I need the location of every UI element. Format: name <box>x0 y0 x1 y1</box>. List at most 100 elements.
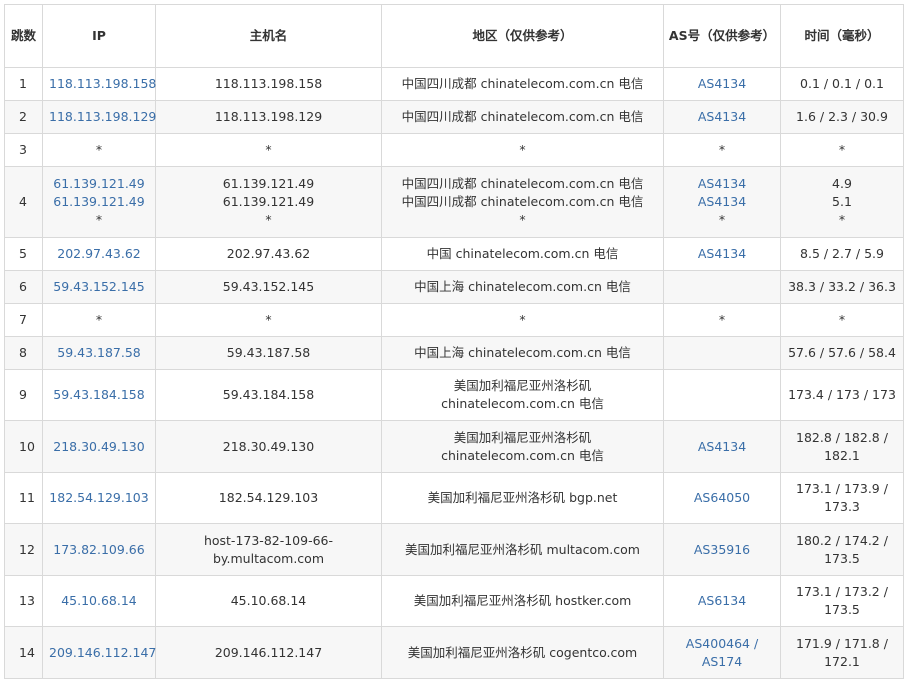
ip-link[interactable]: 59.43.152.145 <box>49 278 149 296</box>
region-text: * <box>519 312 526 327</box>
time-text: 4.9 <box>832 176 852 191</box>
ip-text: * <box>95 212 103 227</box>
asn-link[interactable]: AS6134 <box>670 592 774 610</box>
ip-link[interactable]: 209.146.112.147 <box>49 644 156 662</box>
region-text: 美国加利福尼亚州洛杉矶 <box>453 429 592 445</box>
region-cell: 美国加利福尼亚州洛杉矶 hostker.com <box>381 575 664 627</box>
ip-link[interactable]: 118.113.198.158 <box>49 75 156 93</box>
host-text: * <box>265 142 272 157</box>
ip-link[interactable]: 59.43.184.158 <box>49 386 149 404</box>
time-cell: * <box>780 303 904 337</box>
hop-cell: 8 <box>4 336 43 370</box>
region-text: 美国加利福尼亚州洛杉矶 multacom.com <box>405 541 640 557</box>
ip-link[interactable]: 182.54.129.103 <box>49 489 149 507</box>
host-cell: 118.113.198.158 <box>155 67 382 101</box>
host-text: 218.30.49.130 <box>222 438 315 454</box>
ip-cell: 202.97.43.62 <box>42 237 156 271</box>
region-text: chinatelecom.com.cn 电信 <box>441 396 604 411</box>
region-text: 中国上海 chinatelecom.com.cn 电信 <box>414 345 631 360</box>
time-cell: 173.1 / 173.2 / 173.5 <box>780 575 904 627</box>
asn-link[interactable]: AS4134 <box>670 75 774 93</box>
asn-link[interactable]: AS4134 <box>670 245 774 263</box>
asn-link[interactable]: AS4134 <box>670 108 774 126</box>
host-cell: 118.113.198.129 <box>155 100 382 134</box>
region-text: * <box>519 212 526 227</box>
header-region: 地区（仅供参考） <box>381 4 664 68</box>
hop-cell: 11 <box>4 472 43 524</box>
asn-link[interactable]: AS4134 <box>670 175 774 193</box>
region-text: 中国四川成都 chinatelecom.com.cn 电信 <box>401 176 644 191</box>
table-row: 3 * * * * * <box>4 133 904 167</box>
header-hop: 跳数 <box>4 4 43 68</box>
region-text: 中国 chinatelecom.com.cn 电信 <box>426 246 619 261</box>
ip-link[interactable]: 202.97.43.62 <box>49 245 149 263</box>
region-text: 美国加利福尼亚州洛杉矶 hostker.com <box>413 593 632 608</box>
asn-cell: AS4134 <box>663 237 781 271</box>
ip-link[interactable]: 218.30.49.130 <box>49 438 149 456</box>
ip-cell: 59.43.184.158 <box>42 369 156 421</box>
asn-link[interactable]: AS4134 <box>670 193 774 211</box>
time-text: 172.1 <box>824 653 860 669</box>
ip-cell: 218.30.49.130 <box>42 420 156 473</box>
ip-text: * <box>95 142 103 157</box>
ip-link[interactable]: 45.10.68.14 <box>49 592 149 610</box>
ip-cell: * <box>42 133 156 167</box>
asn-link[interactable]: AS400464 / <box>670 635 774 653</box>
ip-cell: 45.10.68.14 <box>42 575 156 627</box>
asn-cell: AS4134 <box>663 420 781 473</box>
asn-link[interactable]: AS35916 <box>670 541 774 559</box>
ip-cell: 118.113.198.129 <box>42 100 156 134</box>
host-cell: 61.139.121.49 61.139.121.49 * <box>155 166 382 238</box>
host-text: 59.43.184.158 <box>222 387 315 402</box>
region-cell: * <box>381 303 664 337</box>
region-cell: 美国加利福尼亚州洛杉矶 multacom.com <box>381 523 664 576</box>
asn-link[interactable]: AS174 <box>670 653 774 671</box>
host-text: 61.139.121.49 <box>222 176 315 191</box>
hop-cell: 10 <box>4 420 43 473</box>
ip-link[interactable]: 173.82.109.66 <box>49 541 149 559</box>
host-text: 59.43.152.145 <box>222 279 315 294</box>
time-text: 180.2 / 174.2 / <box>796 532 888 548</box>
header-host: 主机名 <box>155 4 382 68</box>
hop-cell: 9 <box>4 369 43 421</box>
region-cell: 中国四川成都 chinatelecom.com.cn 电信 <box>381 100 664 134</box>
region-cell: 中国 chinatelecom.com.cn 电信 <box>381 237 664 271</box>
asn-cell: * <box>663 303 781 337</box>
table-row: 2 118.113.198.129 118.113.198.129 中国四川成都 ch… <box>4 100 904 134</box>
asn-cell: AS400464 /AS174 <box>663 626 781 679</box>
time-cell: 173.4 / 173 / 173 <box>780 369 904 421</box>
host-text: 61.139.121.49 <box>222 194 315 209</box>
hop-cell: 12 <box>4 523 43 576</box>
asn-link[interactable]: AS64050 <box>670 489 774 507</box>
time-cell: 8.5 / 2.7 / 5.9 <box>780 237 904 271</box>
region-text: 美国加利福尼亚州洛杉矶 bgp.net <box>427 490 618 505</box>
asn-text: * <box>718 212 726 227</box>
region-cell: 美国加利福尼亚州洛杉矶 bgp.net <box>381 472 664 524</box>
ip-link[interactable]: 59.43.187.58 <box>49 344 149 362</box>
time-cell: 171.9 / 171.8 / 172.1 <box>780 626 904 679</box>
table-row: 7 * * * * * <box>4 303 904 337</box>
time-cell: 1.6 / 2.3 / 30.9 <box>780 100 904 134</box>
ip-cell: 59.43.187.58 <box>42 336 156 370</box>
time-cell: 38.3 / 33.2 / 36.3 <box>780 270 904 304</box>
time-text: 182.1 <box>824 447 860 463</box>
host-text: 202.97.43.62 <box>226 246 311 261</box>
host-cell: * <box>155 303 382 337</box>
host-cell: 209.146.112.147 <box>155 626 382 679</box>
header-ip: IP <box>42 4 156 68</box>
table-body: 1 118.113.198.158 118.113.198.158 中国四川成都 ch… <box>4 67 904 679</box>
hop-cell: 3 <box>4 133 43 167</box>
asn-link[interactable]: AS4134 <box>670 438 774 456</box>
ip-link[interactable]: 61.139.121.49 <box>49 175 149 193</box>
hop-cell: 7 <box>4 303 43 337</box>
host-text: 59.43.187.58 <box>226 345 311 360</box>
ip-text: * <box>95 312 103 327</box>
table-row: 8 59.43.187.58 59.43.187.58 中国上海 chinatelec… <box>4 336 904 370</box>
host-cell: * <box>155 133 382 167</box>
region-cell: 美国加利福尼亚州洛杉矶 chinatelecom.com.cn 电信 <box>381 369 664 421</box>
ip-link[interactable]: 118.113.198.129 <box>49 108 156 126</box>
asn-cell: AS4134 <box>663 67 781 101</box>
time-text: 182.8 / 182.8 / <box>796 429 888 445</box>
ip-link[interactable]: 61.139.121.49 <box>49 193 149 211</box>
region-text: chinatelecom.com.cn 电信 <box>441 447 604 463</box>
